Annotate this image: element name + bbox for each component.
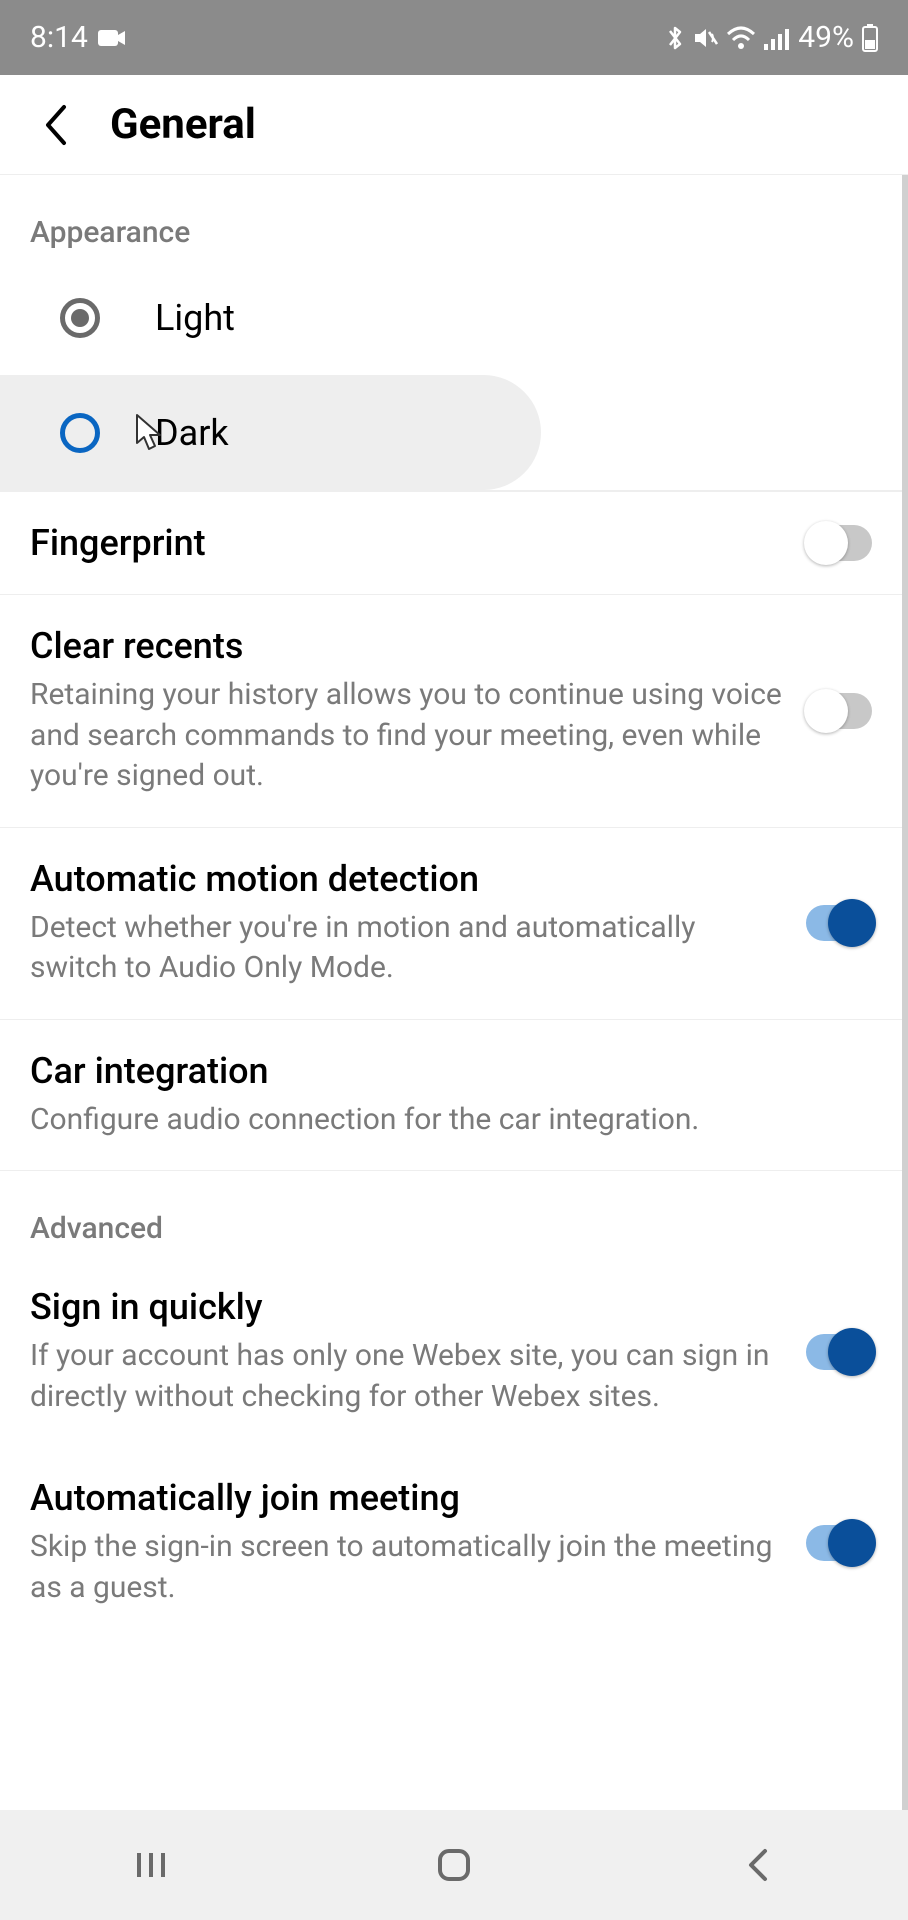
- clear-recents-desc: Retaining your history allows you to con…: [30, 675, 786, 797]
- motion-toggle[interactable]: [806, 905, 872, 941]
- car-integration-row[interactable]: Car integration Configure audio connecti…: [0, 1019, 902, 1171]
- clear-recents-title: Clear recents: [30, 625, 786, 667]
- android-nav-bar: [0, 1810, 908, 1920]
- status-time: 8:14: [30, 20, 88, 55]
- fingerprint-row[interactable]: Fingerprint: [0, 491, 902, 594]
- mute-icon: [692, 25, 718, 51]
- nav-back-button[interactable]: [727, 1835, 787, 1895]
- section-appearance-label: Appearance: [0, 175, 902, 260]
- bluetooth-icon: [666, 24, 684, 52]
- home-button[interactable]: [424, 1835, 484, 1895]
- fingerprint-toggle[interactable]: [806, 525, 872, 561]
- back-button[interactable]: [30, 100, 80, 150]
- signin-title: Sign in quickly: [30, 1286, 786, 1328]
- status-bar: 8:14 49%: [0, 0, 908, 75]
- page-title: General: [110, 100, 256, 149]
- radio-selected-icon: [60, 298, 100, 338]
- section-advanced-label: Advanced: [0, 1171, 902, 1256]
- signin-desc: If your account has only one Webex site,…: [30, 1336, 786, 1417]
- motion-detection-row[interactable]: Automatic motion detection Detect whethe…: [0, 827, 902, 1019]
- signin-toggle[interactable]: [806, 1334, 872, 1370]
- appearance-light-label: Light: [155, 297, 235, 339]
- appearance-light-option[interactable]: Light: [0, 260, 902, 375]
- car-desc: Configure audio connection for the car i…: [30, 1100, 852, 1141]
- radio-unselected-icon: [60, 413, 100, 453]
- clear-recents-toggle[interactable]: [806, 693, 872, 729]
- motion-desc: Detect whether you're in motion and auto…: [30, 908, 786, 989]
- clear-recents-row[interactable]: Clear recents Retaining your history all…: [0, 594, 902, 827]
- autojoin-title: Automatically join meeting: [30, 1477, 786, 1519]
- camera-icon: [98, 28, 126, 48]
- appearance-dark-label: Dark: [155, 412, 229, 454]
- autojoin-desc: Skip the sign-in screen to automatically…: [30, 1527, 786, 1608]
- autojoin-toggle[interactable]: [806, 1525, 872, 1561]
- settings-content: Appearance Light Dark Fingerprint Clear …: [0, 175, 908, 1810]
- appearance-dark-option[interactable]: Dark: [0, 375, 541, 490]
- signal-icon: [764, 26, 790, 50]
- car-title: Car integration: [30, 1050, 852, 1092]
- auto-join-row[interactable]: Automatically join meeting Skip the sign…: [0, 1447, 902, 1638]
- recents-button[interactable]: [121, 1835, 181, 1895]
- wifi-icon: [726, 26, 756, 50]
- battery-icon: [862, 24, 878, 52]
- fingerprint-title: Fingerprint: [30, 522, 786, 564]
- motion-title: Automatic motion detection: [30, 858, 786, 900]
- sign-in-quickly-row[interactable]: Sign in quickly If your account has only…: [0, 1256, 902, 1447]
- app-header: General: [0, 75, 908, 175]
- battery-percent: 49%: [798, 20, 854, 55]
